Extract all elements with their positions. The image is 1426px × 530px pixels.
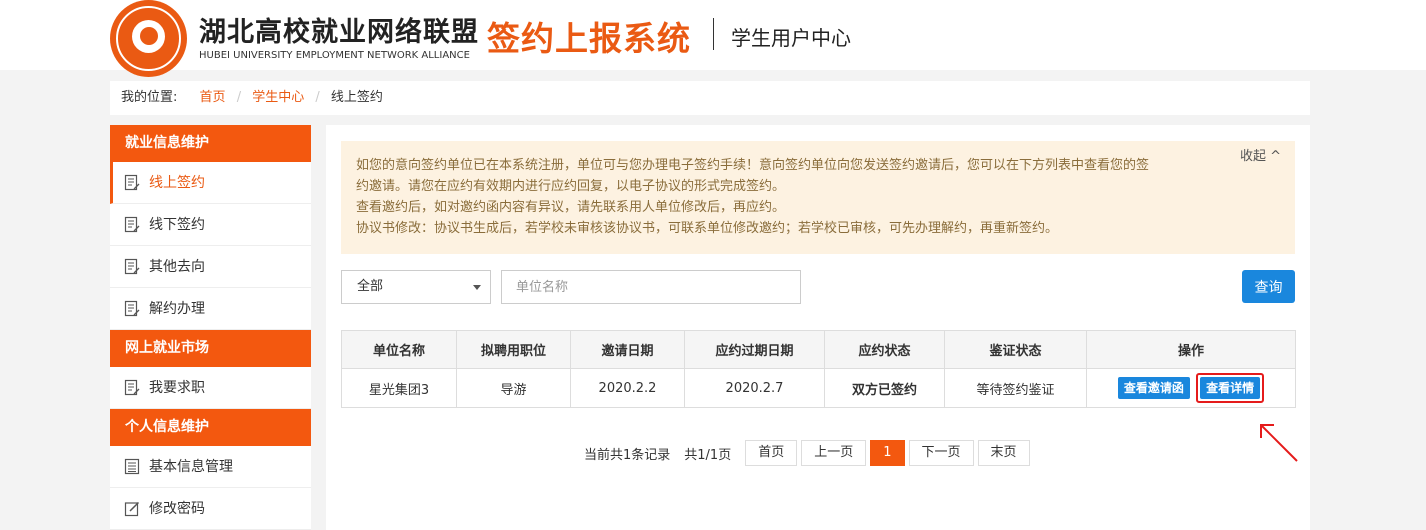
breadcrumb-separator: / <box>236 90 242 105</box>
logo-emblem-center <box>140 27 158 45</box>
sidebar-item-label: 基本信息管理 <box>149 458 233 475</box>
pagination-pages: 共1/1页 <box>684 447 732 463</box>
invitation-table: 单位名称 拟聘用职位 邀请日期 应约过期日期 应约状态 鉴证状态 操作 星光集团… <box>341 330 1296 408</box>
caret-down-icon <box>473 285 481 290</box>
sidebar-item-label: 其他去向 <box>149 258 205 275</box>
breadcrumb-separator: / <box>315 90 320 105</box>
sidebar-item-label: 我要求职 <box>149 379 205 396</box>
col-expire-date: 应约过期日期 <box>684 330 825 369</box>
status-select[interactable]: 全部 <box>341 270 491 304</box>
view-details-button[interactable]: 查看详情 <box>1200 377 1261 399</box>
sidebar-item-label: 线上签约 <box>149 174 205 191</box>
breadcrumb-home[interactable]: 首页 <box>200 81 226 115</box>
page-header: 湖北高校就业网络联盟 HUBEI UNIVERSITY EMPLOYMENT N… <box>0 0 1426 77</box>
sidebar-item-label: 线下签约 <box>149 216 205 233</box>
col-response-status: 应约状态 <box>824 330 945 369</box>
document-edit-icon <box>124 379 140 396</box>
first-page-button[interactable]: 首页 <box>745 440 798 466</box>
cell-company: 星光集团3 <box>341 368 457 408</box>
notice-line: 查看邀约后，如对邀约函内容有异议，请先联系用人单位修改后，再应约。 <box>356 200 786 215</box>
breadcrumb-current: 线上签约 <box>330 90 383 105</box>
org-name-cn: 湖北高校就业网络联盟 <box>199 17 479 48</box>
cell-position: 导游 <box>456 368 571 408</box>
query-button[interactable]: 查询 <box>1242 270 1295 303</box>
col-invite-date: 邀请日期 <box>570 330 685 369</box>
pagination-summary: 当前共1条记录 <box>584 447 671 463</box>
pencil-edit-icon <box>124 500 140 517</box>
company-name-input[interactable] <box>501 270 801 304</box>
breadcrumb-student-center[interactable]: 学生中心 <box>252 81 304 115</box>
cell-response-status: 双方已签约 <box>824 368 945 408</box>
cell-expire-date: 2020.2.7 <box>684 368 825 408</box>
sidebar-item-offline-sign[interactable]: 线下签约 <box>110 204 311 246</box>
next-page-button[interactable]: 下一页 <box>908 440 974 466</box>
notice-panel: 如您的意向签约单位已在本系统注册，单位可与您办理电子签约手续！意向签约单位向您发… <box>341 141 1295 254</box>
cell-verify-status: 等待签约鉴证 <box>944 368 1087 408</box>
sidebar-item-basic-info[interactable]: 基本信息管理 <box>110 446 311 488</box>
col-verify-status: 鉴证状态 <box>944 330 1087 369</box>
col-position: 拟聘用职位 <box>456 330 571 369</box>
last-page-button[interactable]: 末页 <box>977 440 1030 466</box>
view-invitation-button[interactable]: 查看邀请函 <box>1117 377 1190 399</box>
alliance-logo[interactable] <box>110 0 187 77</box>
main-content: 如您的意向签约单位已在本系统注册，单位可与您办理电子签约手续！意向签约单位向您发… <box>326 125 1310 530</box>
current-page-button[interactable]: 1 <box>870 440 905 466</box>
notice-line: 约邀请。请您在应约有效期内进行应约回复，以电子协议的形式完成签约。 <box>356 179 786 194</box>
col-company: 单位名称 <box>341 330 457 369</box>
highlight-box: 查看详情 <box>1196 373 1265 403</box>
sidebar-section-personal-info: 个人信息维护 <box>110 409 311 446</box>
document-edit-icon <box>124 174 140 191</box>
col-actions: 操作 <box>1086 330 1296 369</box>
org-name-en: HUBEI UNIVERSITY EMPLOYMENT NETWORK ALLI… <box>199 50 470 61</box>
notice-line: 如您的意向签约单位已在本系统注册，单位可与您办理电子签约手续！意向签约单位向您发… <box>356 158 1150 173</box>
system-title: 签约上报系统 <box>487 19 691 58</box>
document-edit-icon <box>124 258 140 275</box>
user-center-title: 学生用户中心 <box>731 26 851 50</box>
cell-actions: 查看邀请函 查看详情 <box>1086 368 1296 408</box>
sidebar-section-employment-info: 就业信息维护 <box>110 125 311 162</box>
cell-invite-date: 2020.2.2 <box>570 368 685 408</box>
sidebar-section-job-market: 网上就业市场 <box>110 330 311 367</box>
sidebar-item-job-seek[interactable]: 我要求职 <box>110 367 311 409</box>
list-icon <box>124 458 140 475</box>
sidebar-item-label: 解约办理 <box>149 300 205 317</box>
table-row: 星光集团3 导游 2020.2.2 2020.2.7 双方已签约 等待签约鉴证 … <box>341 368 1296 408</box>
document-edit-icon <box>124 216 140 233</box>
sidebar-item-terminate-contract[interactable]: 解约办理 <box>110 288 311 330</box>
sidebar-item-online-sign[interactable]: 线上签约 <box>110 162 311 204</box>
pagination: 当前共1条记录 共1/1页 首页 上一页 1 下一页 末页 <box>584 440 1034 466</box>
table-header-row: 单位名称 拟聘用职位 邀请日期 应约过期日期 应约状态 鉴证状态 操作 <box>341 330 1296 369</box>
header-divider <box>713 18 714 50</box>
sidebar-item-change-password[interactable]: 修改密码 <box>110 488 311 530</box>
prev-page-button[interactable]: 上一页 <box>801 440 867 466</box>
sidebar-item-other-destination[interactable]: 其他去向 <box>110 246 311 288</box>
sidebar: 就业信息维护 线上签约 线下签约 其他去向 解约办理 网上就业市场 我要求职 个… <box>110 125 311 530</box>
document-edit-icon <box>124 300 140 317</box>
collapse-toggle[interactable]: 收起 ^ <box>1240 146 1281 167</box>
notice-line: 协议书修改：协议书生成后，若学校未审核该协议书，可联系单位修改邀约；若学校已审核… <box>356 221 1059 236</box>
status-select-value: 全部 <box>357 279 384 294</box>
breadcrumb-label: 我的位置: <box>121 90 178 105</box>
sidebar-item-label: 修改密码 <box>149 500 205 517</box>
breadcrumb: 我的位置: 首页 / 学生中心 / 线上签约 <box>110 81 1310 115</box>
annotation-arrow-icon <box>1260 424 1298 462</box>
